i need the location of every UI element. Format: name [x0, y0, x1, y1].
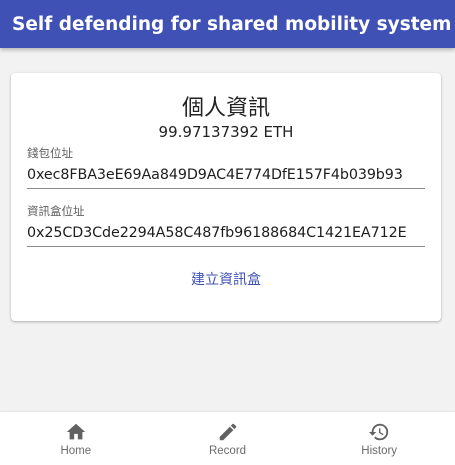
profile-card: 個人資訊 99.97137392 ETH 錢包位址 0xec8FBA3eE69A… [11, 73, 441, 321]
nav-item-home[interactable]: Home [0, 412, 152, 465]
history-icon [368, 421, 390, 443]
infobox-address-label: 資訊盒位址 [27, 204, 85, 218]
nav-label-record: Record [208, 445, 247, 457]
home-icon [65, 421, 87, 443]
app-bar: Self defending for shared mobility syste… [0, 0, 455, 48]
wallet-address-field[interactable]: 0xec8FBA3eE69Aa849D9AC4E774DfE157F4b039b… [27, 167, 425, 189]
pencil-icon [217, 421, 239, 443]
nav-label-history: History [361, 445, 398, 457]
eth-balance: 99.97137392 ETH [158, 123, 294, 141]
nav-item-history[interactable]: History [303, 412, 455, 465]
create-infobox-button[interactable]: 建立資訊盒 [176, 267, 276, 291]
wallet-address-label: 錢包位址 [27, 146, 73, 160]
bottom-navigation: Home Record History [0, 412, 455, 465]
nav-label-home: Home [60, 445, 92, 457]
profile-title: 個人資訊 [181, 96, 270, 121]
infobox-address-field[interactable]: 0x25CD3Cde2294A58C487fb96188684C1421EA71… [27, 225, 425, 247]
nav-item-record[interactable]: Record [152, 412, 304, 465]
app-title: Self defending for shared mobility syste… [12, 13, 452, 35]
